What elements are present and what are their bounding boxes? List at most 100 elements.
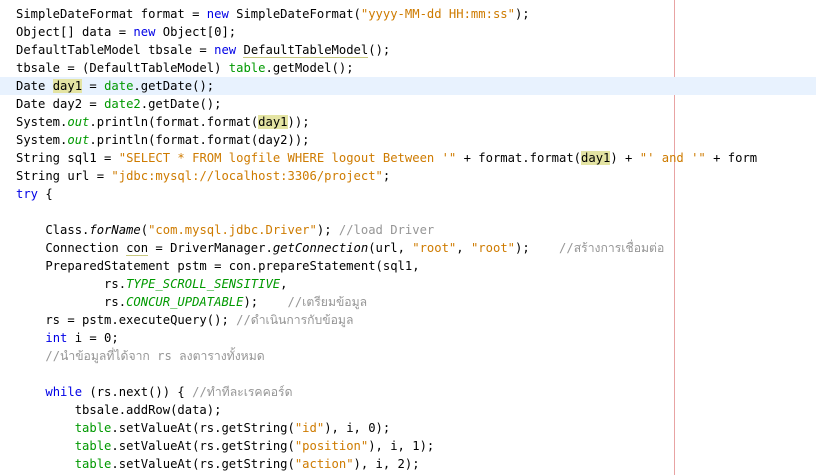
code-token: .setValueAt(rs.getString( [111, 421, 295, 435]
code-line[interactable]: System.out.println(format.format(day2)); [16, 131, 310, 149]
code-token: //สร้างการเชื่อมต่อ [559, 241, 665, 255]
code-token: ; [382, 169, 391, 183]
code-token: DefaultTableModel tbsale = [16, 43, 215, 57]
code-token: ); [243, 295, 288, 309]
code-token: "position" [294, 439, 369, 453]
code-token: getConnection [272, 241, 369, 255]
code-line[interactable]: Class.forName("com.mysql.jdbc.Driver"); … [16, 221, 434, 239]
code-token: SimpleDateFormat format = [16, 7, 207, 21]
code-token: = [82, 79, 105, 93]
code-token: Date [16, 79, 53, 93]
code-line[interactable]: //นำข้อมูลที่ได้จาก rs ลงตารางทั้งหมด [16, 347, 264, 365]
code-line[interactable]: while (rs.next()) { //ทำทีละเรคคอร์ด [16, 383, 293, 401]
code-token: .setValueAt(rs.getString( [111, 457, 295, 471]
code-token: Object[] data = [16, 25, 134, 39]
code-token: ); [514, 7, 530, 21]
code-editor[interactable]: SimpleDateFormat format = new SimpleDate… [0, 0, 816, 475]
code-token: { [38, 187, 53, 201]
code-token: "id" [294, 421, 325, 435]
code-token: .setValueAt(rs.getString( [111, 439, 295, 453]
code-token: , [280, 277, 288, 291]
code-token: ), i, 2); [353, 457, 420, 471]
right-margin-guide [674, 0, 675, 475]
code-token: .println(format.format( [89, 115, 259, 129]
code-token: new [214, 43, 237, 57]
code-token: //เตรียมข้อมูล [287, 295, 368, 309]
code-token: DefaultTableModel [243, 43, 369, 58]
code-token: + form [705, 151, 758, 165]
code-token: rs = pstm.executeQuery(); [16, 313, 237, 327]
code-line[interactable]: table.setValueAt(rs.getString("id"), i, … [16, 419, 391, 437]
code-token: ); [515, 241, 560, 255]
code-line[interactable]: String url = "jdbc:mysql://localhost:330… [16, 167, 390, 185]
code-line[interactable]: String sql1 = "SELECT * FROM logfile WHE… [16, 149, 757, 167]
code-token: rs. [16, 295, 127, 309]
code-token: Object[0]; [155, 25, 237, 39]
code-token: (url, [368, 241, 413, 255]
code-token: Date day2 = [16, 97, 105, 111]
code-token: //ทำทีละเรคคอร์ด [192, 385, 293, 399]
code-token: (rs.next()) { [82, 385, 193, 399]
code-token: table [74, 439, 112, 453]
code-token: .println(format.format(day2)); [89, 133, 310, 147]
code-token: new [133, 25, 156, 39]
code-token: tbsale.addRow(data); [16, 403, 222, 417]
code-token: ( [140, 223, 149, 237]
code-token: = DriverManager. [148, 241, 273, 255]
code-line[interactable]: tbsale = (DefaultTableModel) table.getMo… [16, 59, 354, 77]
code-line[interactable]: rs.CONCUR_UPDATABLE); //เตรียมข้อมูล [16, 293, 367, 311]
code-line[interactable]: table.setValueAt(rs.getString("action"),… [16, 455, 420, 473]
code-line[interactable]: PreparedStatement pstm = con.prepareStat… [16, 257, 419, 275]
code-line[interactable]: rs = pstm.executeQuery(); //ดำเนินการกับ… [16, 311, 353, 329]
code-token: table [74, 421, 112, 435]
code-token: try [16, 187, 39, 201]
code-line-current[interactable]: Date day1 = date.getDate(); [0, 77, 816, 95]
code-token: .getDate(); [140, 97, 222, 111]
code-token: out [67, 133, 90, 147]
code-line[interactable]: try { [16, 185, 53, 203]
code-token: day1 [52, 79, 83, 93]
code-token: "root" [412, 241, 457, 255]
code-token: con [126, 241, 149, 256]
code-token: table [228, 61, 266, 75]
code-line[interactable]: System.out.println(format.format(day1)); [16, 113, 310, 131]
code-line[interactable]: tbsale.addRow(data); [16, 401, 222, 419]
code-token: date2 [104, 97, 141, 111]
code-token: new [206, 7, 229, 21]
code-token: + format.format( [456, 151, 582, 165]
code-token: date [104, 79, 134, 93]
code-line[interactable]: Connection con = DriverManager.getConnec… [16, 239, 664, 257]
code-line[interactable]: SimpleDateFormat format = new SimpleDate… [16, 5, 530, 23]
code-line[interactable]: rs.TYPE_SCROLL_SENSITIVE, [16, 275, 288, 293]
code-token: Connection [16, 241, 127, 255]
code-token: TYPE_SCROLL_SENSITIVE [126, 277, 281, 291]
code-token: String url = [16, 169, 112, 183]
code-token: "' and '" [639, 151, 706, 165]
code-token: table [74, 457, 112, 471]
code-line[interactable]: Object[] data = new Object[0]; [16, 23, 236, 41]
code-token: ); [316, 223, 339, 237]
code-token: System. [16, 115, 68, 129]
code-token: day1 [258, 115, 288, 129]
code-token: System. [16, 133, 68, 147]
code-token: CONCUR_UPDATABLE [126, 295, 244, 309]
code-line[interactable]: DefaultTableModel tbsale = new DefaultTa… [16, 41, 390, 59]
code-line[interactable]: int i = 0; [16, 329, 118, 347]
code-token: while [45, 385, 83, 399]
code-token: "SELECT * FROM logfile WHERE logout Betw… [118, 151, 457, 165]
code-token: //load Driver [338, 223, 435, 237]
code-token: , [456, 241, 471, 255]
code-token: "action" [294, 457, 354, 471]
code-line[interactable]: Date day2 = date2.getDate(); [16, 95, 221, 113]
code-token: "root" [470, 241, 515, 255]
code-token: out [67, 115, 90, 129]
code-token: "jdbc:mysql://localhost:3306/project" [111, 169, 383, 183]
code-token: rs. [16, 277, 127, 291]
code-line[interactable]: table.setValueAt(rs.getString("position"… [16, 437, 435, 455]
code-token: "yyyy-MM-dd HH:mm:ss" [360, 7, 515, 21]
